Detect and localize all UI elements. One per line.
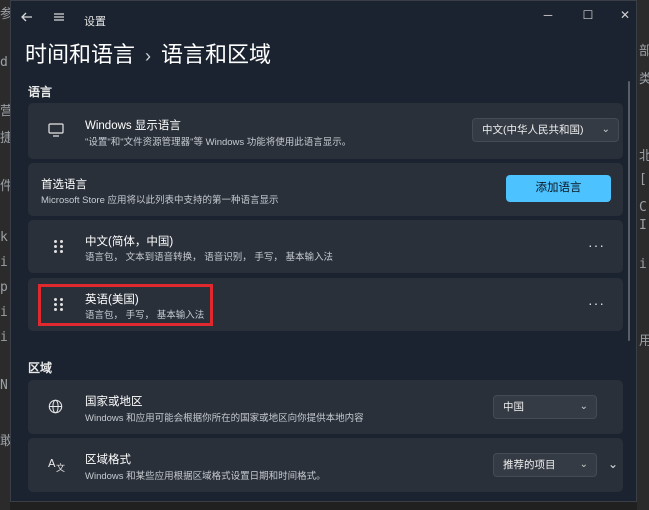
highlight-box [38,284,213,326]
window-title: 设置 [84,16,106,28]
regional-format-value: 推荐的项目 [503,459,556,471]
chevron-right-icon: › [145,46,152,66]
country-value: 中国 [503,401,524,413]
background-glyph: i [0,255,8,270]
page-title: 语言和区域 [161,42,272,67]
language-features: 语言包， 文本到语音转换， 语音识别， 手写， 基本输入法 [85,252,334,263]
preferred-language-title: 首选语言 [41,179,87,191]
breadcrumb: 时间和语言 › 语言和区域 [25,37,271,69]
display-language-value: 中文(中华人民共和国) [482,124,584,136]
expand-chevron-icon[interactable]: ⌄ [608,457,618,471]
background-glyph: i [0,330,8,345]
country-desc: Windows 和应用可能会根据你所在的国家或地区向你提供本地内容 [85,413,364,424]
minimize-button[interactable]: ─ [532,6,564,24]
country-title: 国家或地区 [85,396,143,408]
background-glyph: i [0,305,8,320]
scrollbar[interactable] [628,81,630,341]
section-label-region: 区域 [28,361,53,375]
background-glyph: p [0,280,8,295]
background-glyph: i [639,257,647,272]
country-dropdown[interactable]: 中国 ⌄ [493,395,597,419]
preferred-language-desc: Microsoft Store 应用将以此列表中支持的第一种语言显示 [41,195,279,206]
section-label-language: 语言 [28,85,53,99]
language-icon: A文 [48,456,66,477]
chevron-down-icon: ⌄ [601,124,610,135]
display-language-dropdown[interactable]: 中文(中华人民共和国) ⌄ [472,118,619,142]
background-glyph: 北 [639,149,649,164]
settings-window: 设置 ─ ☐ ✕ 时间和语言 › 语言和区域 语言 Windows 显示语言 "设置… [10,0,637,502]
background-glyph: k [0,230,8,245]
more-options-icon[interactable]: ··· [588,237,605,253]
chevron-down-icon: ⌄ [579,401,588,412]
monitor-icon [48,123,64,142]
regional-format-title: 区域格式 [85,454,131,466]
background-glyph: 类 [639,72,649,87]
background-glyph: 部 [639,44,649,59]
maximize-button[interactable]: ☐ [572,6,604,24]
title-bar: 设置 ─ ☐ ✕ [11,1,636,37]
close-button[interactable]: ✕ [609,6,636,24]
display-language-card: Windows 显示语言 "设置"和"文件资源管理器"等 Windows 功能将… [28,103,623,159]
regional-format-desc: Windows 和某些应用根据区域格式设置日期和时间格式。 [85,471,326,482]
arrow-left-icon[interactable] [21,10,33,26]
background-glyph: [ [639,172,647,187]
globe-icon [48,399,63,419]
background-glyph: C [639,200,647,215]
chevron-down-icon: ⌄ [579,459,588,470]
breadcrumb-parent[interactable]: 时间和语言 [25,42,135,67]
background-glyph: d [0,55,8,70]
background-glyph: N [0,378,8,393]
more-options-icon[interactable]: ··· [588,295,605,311]
preferred-language-card: 首选语言 Microsoft Store 应用将以此列表中支持的第一种语言显示 … [28,163,623,216]
svg-text:文: 文 [56,462,65,472]
regional-format-card[interactable]: A文 区域格式 Windows 和某些应用根据区域格式设置日期和时间格式。 推荐… [28,438,623,492]
drag-handle-icon[interactable] [54,240,64,254]
country-card: 国家或地区 Windows 和应用可能会根据你所在的国家或地区向你提供本地内容 … [28,380,623,434]
add-language-button[interactable]: 添加语言 [506,175,611,202]
regional-format-dropdown[interactable]: 推荐的项目 ⌄ [493,453,597,477]
hamburger-icon[interactable] [53,10,65,26]
language-name: 中文(简体，中国) [85,236,174,248]
display-language-title: Windows 显示语言 [85,120,181,132]
background-glyph: 用 [639,334,649,349]
background-glyph: I [639,218,647,233]
display-language-desc: "设置"和"文件资源管理器"等 Windows 功能将使用此语言显示。 [85,137,352,148]
language-item[interactable]: 中文(简体，中国) 语言包， 文本到语音转换， 语音识别， 手写， 基本输入法 … [28,220,623,273]
svg-text:A: A [48,457,56,470]
